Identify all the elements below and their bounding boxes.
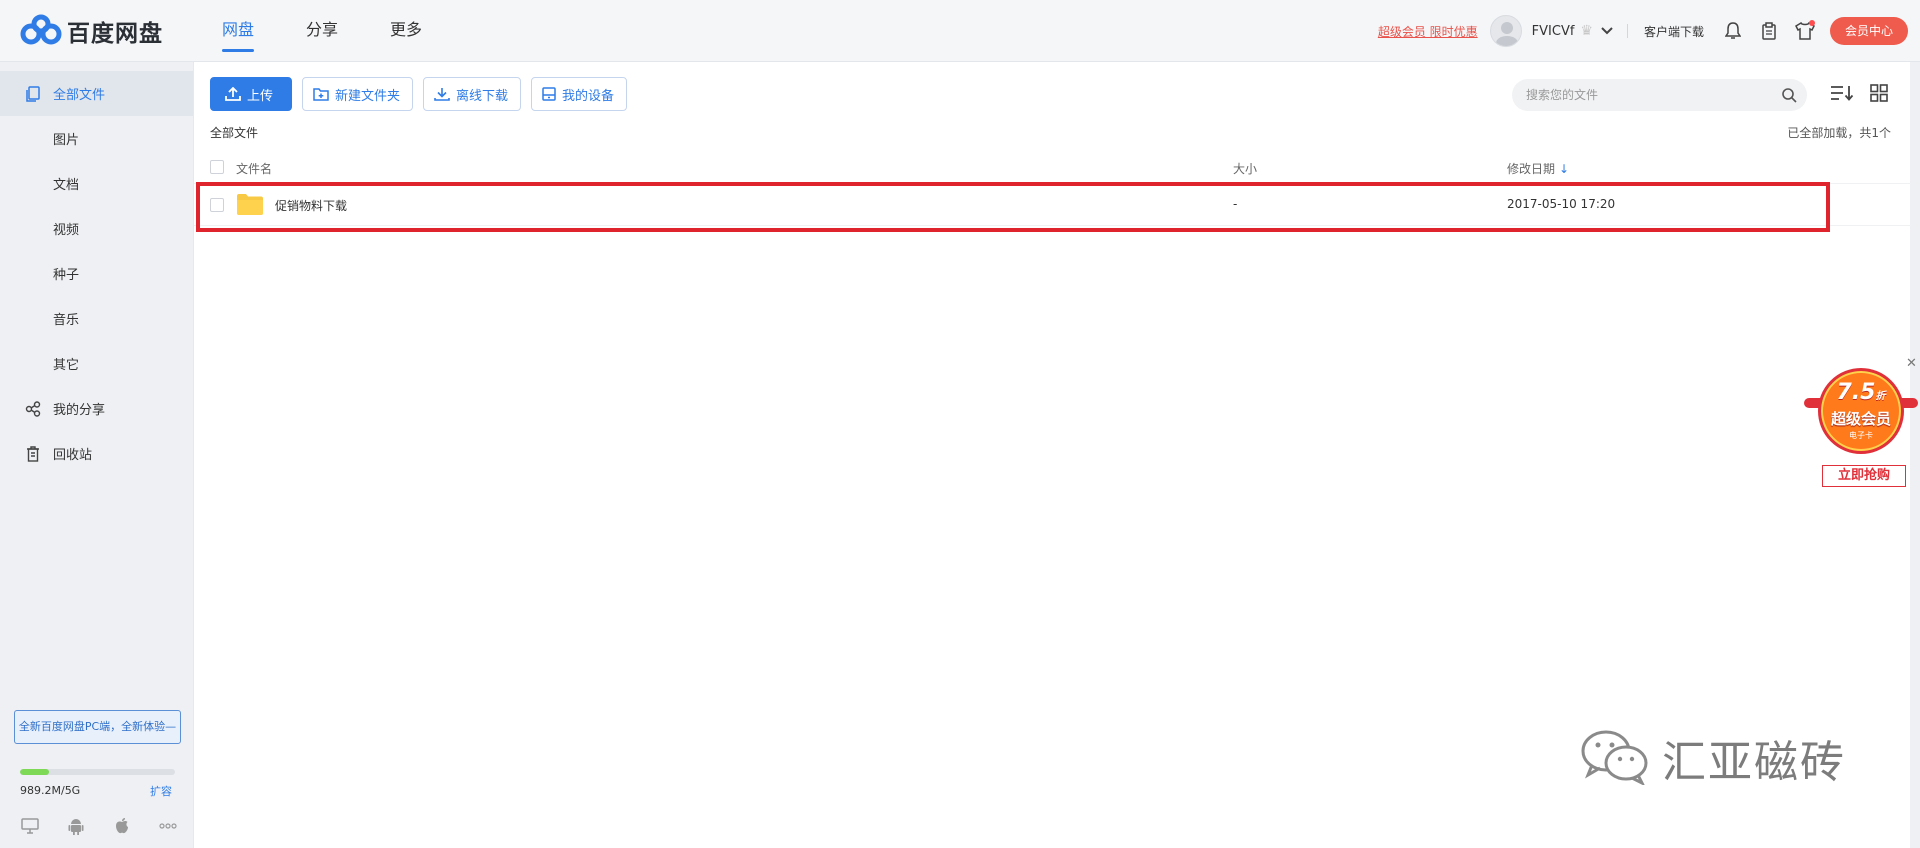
storage-quota-fill <box>20 769 50 775</box>
apple-icon[interactable] <box>112 816 132 836</box>
search-input[interactable] <box>1512 79 1762 111</box>
divider <box>1626 24 1628 38</box>
new-folder-icon <box>313 87 329 101</box>
tab-netdisk[interactable]: 网盘 <box>222 0 255 62</box>
tab-share[interactable]: 分享 <box>306 0 338 62</box>
storage-quota-text: 989.2M/5G <box>20 784 81 797</box>
avatar[interactable] <box>1489 15 1522 47</box>
watermark-text: 汇亚磁砖 <box>1662 737 1846 788</box>
tshirt-skin-icon[interactable] <box>1794 20 1816 42</box>
sidebar-item-images[interactable]: 图片 <box>0 116 193 161</box>
sidebar-item-videos[interactable]: 视频 <box>0 206 193 251</box>
sidebar-item-my-shares[interactable]: 我的分享 <box>0 386 193 431</box>
client-download-link[interactable]: 客户端下载 <box>1644 23 1704 40</box>
table-row[interactable]: 促销物料下载 - 2017-05-10 17:20 <box>194 184 1911 226</box>
new-folder-button[interactable]: 新建文件夹 <box>302 77 414 111</box>
wechat-watermark: 汇亚磁砖 <box>1580 726 1846 790</box>
ad-subtitle: 电子卡 <box>1849 431 1873 440</box>
table-header: 文件名 大小 修改日期 ↓ <box>194 148 1911 184</box>
sort-desc-arrow-icon: ↓ <box>1559 162 1570 176</box>
new-folder-label: 新建文件夹 <box>335 88 401 104</box>
folder-icon <box>237 194 263 215</box>
vip-center-button[interactable]: 会员中心 <box>1830 17 1908 45</box>
tab-more[interactable]: 更多 <box>390 0 422 62</box>
device-links <box>20 816 178 836</box>
clipboard-icon[interactable] <box>1758 20 1780 42</box>
expand-storage-link[interactable]: 扩容 <box>150 783 172 799</box>
upload-button[interactable]: 上传 <box>210 77 293 111</box>
column-header-date[interactable]: 修改日期 ↓ <box>1507 160 1569 177</box>
column-header-size[interactable]: 大小 <box>1233 160 1257 177</box>
sidebar-item-music[interactable]: 音乐 <box>0 296 193 341</box>
buy-now-button[interactable]: 立即抢购 <box>1822 465 1906 487</box>
android-icon[interactable] <box>66 816 86 836</box>
my-devices-button[interactable]: 我的设备 <box>531 77 628 111</box>
offline-download-button[interactable]: 离线下载 <box>423 77 522 111</box>
ad-discount-value: 7.5 <box>1836 380 1876 405</box>
sort-list-icon[interactable] <box>1830 84 1854 106</box>
more-icon[interactable] <box>158 816 178 836</box>
select-all-checkbox[interactable] <box>210 160 224 174</box>
ad-discount: 7.5折 <box>1824 380 1898 405</box>
sidebar-item-other[interactable]: 其它 <box>0 341 193 386</box>
sidebar-item-label: 回收站 <box>53 448 93 463</box>
sidebar-item-documents[interactable]: 文档 <box>0 161 193 206</box>
search-icon[interactable] <box>1781 87 1797 107</box>
sidebar-item-label: 我的分享 <box>53 403 106 418</box>
toolbar: 上传 新建文件夹 离线下载 我的设备 <box>210 77 628 111</box>
grid-view-icon[interactable] <box>1870 84 1888 106</box>
row-checkbox[interactable] <box>210 198 224 212</box>
baidu-netdisk-logo[interactable]: 百度网盘 <box>19 14 163 48</box>
super-vip-promo-link[interactable]: 超级会员 限时优惠 <box>1378 23 1478 40</box>
username[interactable]: FVICVf <box>1532 24 1575 39</box>
trash-icon <box>24 445 42 463</box>
super-vip-ad[interactable]: 7.5折 超级会员 电子卡 立即抢购 <box>1800 362 1918 492</box>
sidebar-item-all-files[interactable]: 全部文件 <box>0 71 193 116</box>
upload-label: 上传 <box>247 88 274 104</box>
offline-download-label: 离线下载 <box>456 88 509 104</box>
breadcrumb[interactable]: 全部文件 <box>210 124 258 141</box>
brand-name: 百度网盘 <box>67 21 163 47</box>
column-header-name[interactable]: 文件名 <box>236 160 272 177</box>
device-icon <box>542 87 556 101</box>
download-icon <box>434 87 450 101</box>
sidebar-item-recycle-bin[interactable]: 回收站 <box>0 431 193 476</box>
top-header: 百度网盘 网盘 分享 更多 超级会员 限时优惠 FVICVf ♛ 客户端下载 会… <box>0 0 1920 62</box>
upload-icon <box>225 87 241 101</box>
cloud-logo-icon <box>19 14 63 48</box>
my-devices-label: 我的设备 <box>562 88 615 104</box>
crown-icon: ♛ <box>1580 23 1593 39</box>
ad-title: 超级会员 <box>1830 410 1891 428</box>
ad-discount-suffix: 折 <box>1875 391 1886 402</box>
storage-quota-bar <box>20 769 175 775</box>
file-size: - <box>1233 197 1238 211</box>
chevron-down-icon[interactable] <box>1601 24 1613 38</box>
loaded-status: 已全部加载，共1个 <box>1787 126 1891 140</box>
bell-icon[interactable] <box>1722 20 1744 42</box>
file-name[interactable]: 促销物料下载 <box>275 197 347 214</box>
notification-dot <box>1809 20 1815 26</box>
desktop-icon[interactable] <box>20 816 40 836</box>
wechat-icon <box>1580 727 1650 789</box>
file-icon <box>24 85 42 103</box>
pc-client-promo-banner[interactable]: 全新百度网盘PC端，全新体验— <box>14 710 181 744</box>
file-date: 2017-05-10 17:20 <box>1507 197 1616 211</box>
sidebar-item-torrents[interactable]: 种子 <box>0 251 193 296</box>
column-header-date-label: 修改日期 <box>1507 162 1556 176</box>
search-box <box>1512 79 1807 111</box>
sidebar: 全部文件 图片 文档 视频 种子 音乐 其它 我的分享 回收站 全新百度网盘PC… <box>0 62 193 848</box>
header-actions: 超级会员 限时优惠 FVICVf ♛ 客户端下载 会员中心 <box>1378 0 1920 62</box>
share-icon <box>24 400 42 418</box>
sidebar-item-label: 全部文件 <box>53 88 106 103</box>
main-nav: 网盘 分享 更多 <box>222 0 474 62</box>
